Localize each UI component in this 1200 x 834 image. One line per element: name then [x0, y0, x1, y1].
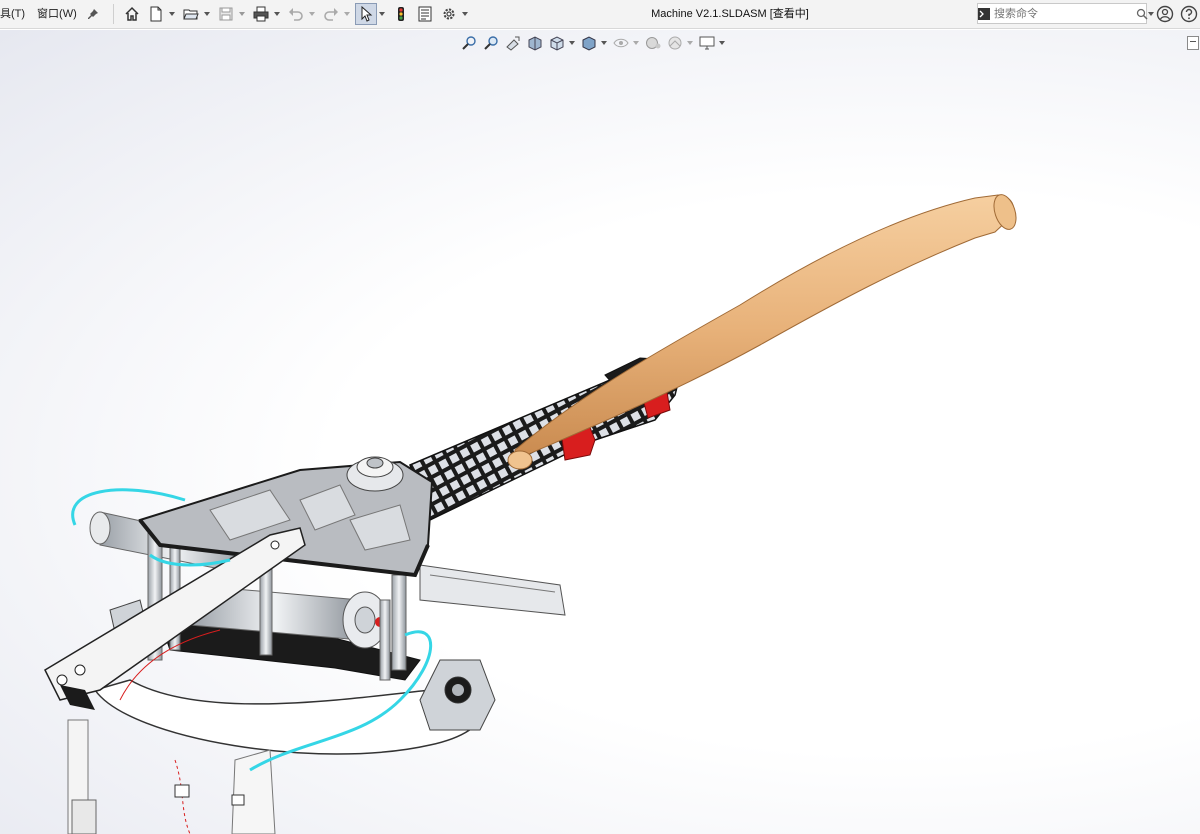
hide-show-caret[interactable]	[632, 32, 639, 54]
save-dropdown-caret[interactable]	[238, 3, 246, 25]
command-prompt-icon	[978, 4, 990, 23]
new-dropdown-caret[interactable]	[168, 3, 176, 25]
search-dropdown-caret[interactable]	[1148, 4, 1154, 23]
command-search-box	[977, 3, 1154, 24]
edit-appearance-icon[interactable]	[643, 33, 663, 53]
home-icon[interactable]	[121, 3, 143, 25]
open-folder-icon[interactable]	[180, 3, 202, 25]
print-dropdown-caret[interactable]	[273, 3, 281, 25]
view-settings-caret[interactable]	[718, 32, 725, 54]
graphics-area[interactable]	[0, 30, 1200, 834]
menu-window[interactable]: 窗口(W)	[31, 0, 83, 29]
task-pane-toggle[interactable]	[1187, 36, 1199, 50]
toolbar-separator	[112, 4, 114, 24]
view-settings-icon[interactable]	[697, 33, 717, 53]
apply-scene-icon[interactable]	[665, 33, 685, 53]
section-view-icon[interactable]	[525, 33, 545, 53]
file-properties-icon[interactable]	[414, 3, 436, 25]
select-arrow-icon[interactable]	[354, 3, 377, 25]
menu-tools[interactable]: 具(T)	[0, 0, 31, 29]
user-account-icon[interactable]	[1155, 4, 1175, 24]
heads-up-view-toolbar	[458, 32, 728, 54]
save-icon[interactable]	[215, 3, 237, 25]
undo-dropdown-caret[interactable]	[308, 3, 316, 25]
previous-view-icon[interactable]	[503, 33, 523, 53]
display-style-icon[interactable]	[579, 33, 599, 53]
options-gear-icon[interactable]	[438, 3, 460, 25]
redo-icon[interactable]	[320, 3, 342, 25]
options-dropdown-caret[interactable]	[461, 3, 469, 25]
hide-show-items-icon[interactable]	[611, 33, 631, 53]
redo-dropdown-caret[interactable]	[343, 3, 351, 25]
zoom-to-fit-icon[interactable]	[459, 33, 479, 53]
apply-scene-caret[interactable]	[686, 32, 693, 54]
new-document-icon[interactable]	[145, 3, 167, 25]
view-orientation-caret[interactable]	[568, 32, 575, 54]
assembly-model	[44, 194, 1017, 834]
zoom-area-icon[interactable]	[481, 33, 501, 53]
title-bar: 具(T) 窗口(W) Machine V2.1.SLDASM [查看中] 搜索命…	[0, 0, 1200, 29]
main-toolbar	[120, 0, 472, 29]
view-orientation-icon[interactable]	[547, 33, 567, 53]
search-icon[interactable]	[1136, 4, 1148, 23]
pin-icon[interactable]	[85, 6, 101, 22]
rebuild-traffic-light-icon[interactable]	[390, 3, 412, 25]
open-dropdown-caret[interactable]	[203, 3, 211, 25]
command-search-input[interactable]	[990, 4, 1136, 23]
print-icon[interactable]	[250, 3, 272, 25]
select-dropdown-caret[interactable]	[378, 3, 386, 25]
display-style-caret[interactable]	[600, 32, 607, 54]
menu-bar: 具(T) 窗口(W)	[0, 0, 107, 29]
help-icon[interactable]	[1179, 4, 1199, 24]
undo-icon[interactable]	[285, 3, 307, 25]
window-title: Machine V2.1.SLDASM [查看中]	[651, 8, 809, 20]
